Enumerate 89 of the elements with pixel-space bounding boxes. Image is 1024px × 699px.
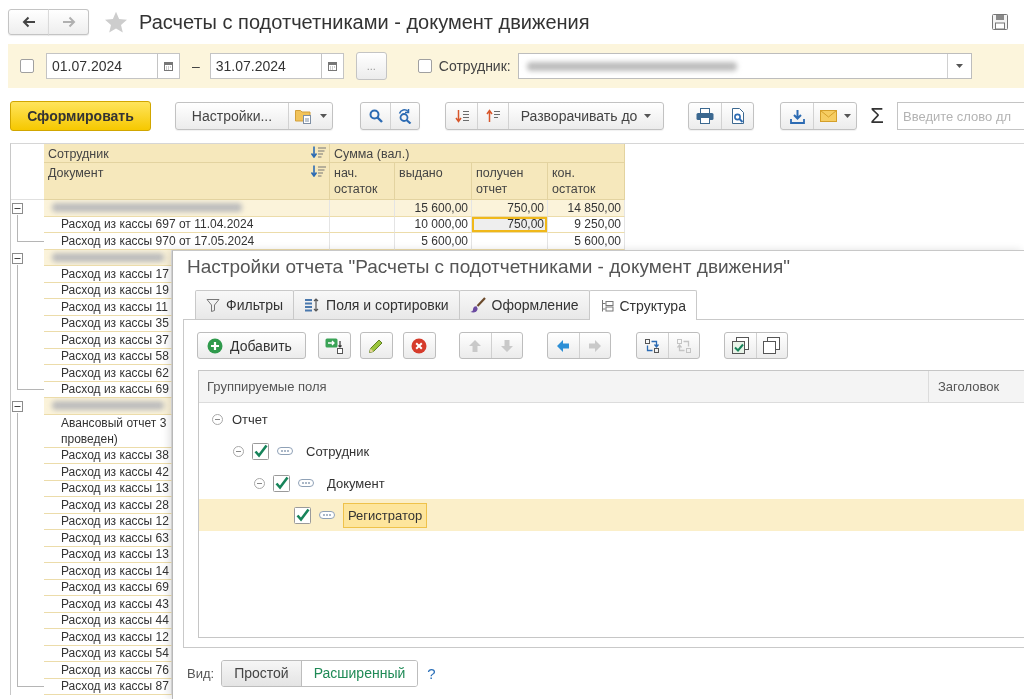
sort-icon: [311, 146, 326, 158]
column-header: Сотрудник: [48, 146, 109, 162]
field-icon: [319, 511, 335, 519]
magnifier-arrow-icon: [398, 108, 412, 124]
uncheck-all-icon: [763, 337, 781, 354]
collapse-icon[interactable]: [12, 252, 23, 264]
tab[interactable]: Структура: [588, 290, 697, 320]
arrow-right-icon: [587, 338, 602, 353]
tab[interactable]: Поля и сортировки: [293, 290, 460, 319]
check-all-icon: [731, 337, 749, 354]
sort-icon: [311, 165, 326, 177]
table-cell: 5 600,00: [395, 233, 472, 250]
tab[interactable]: Оформление: [458, 290, 590, 319]
document-magnifier-icon: [730, 108, 745, 124]
column-header: выдано: [395, 163, 472, 200]
tree-item[interactable]: Регистратор: [343, 502, 428, 528]
date-field[interactable]: 01.07.2024: [46, 53, 157, 79]
help-link[interactable]: ?: [427, 664, 436, 682]
tree-item[interactable]: Отчет: [227, 406, 273, 432]
list-sort-icon: [304, 298, 321, 312]
checkbox[interactable]: [417, 59, 432, 73]
checkbox[interactable]: [294, 506, 311, 524]
column-header: нач. остаток: [330, 163, 395, 200]
window-title: Расчеты с подотчетниками - документ движения: [139, 10, 590, 34]
table-cell: 14 850,00: [548, 200, 625, 217]
checkbox[interactable]: [20, 59, 34, 73]
add-icon: [207, 337, 223, 354]
caret-icon: [319, 114, 327, 118]
sum-button[interactable]: Σ: [868, 103, 886, 129]
range-dash: –: [192, 58, 200, 74]
collapse-icon[interactable]: [12, 401, 23, 412]
checkbox[interactable]: [273, 474, 290, 492]
field-icon: [277, 447, 293, 455]
column-header: Сумма (вал.): [330, 144, 625, 163]
column-header: Документ: [48, 165, 104, 181]
pencil-icon: [368, 337, 385, 354]
table-cell: 15 600,00: [395, 200, 472, 217]
checkbox[interactable]: [252, 442, 269, 460]
delete-icon: [411, 337, 428, 354]
field-label: Сотрудник:: [438, 58, 511, 74]
date-field[interactable]: 31.07.2024: [209, 53, 321, 79]
group-icon: [644, 337, 661, 354]
search-icon: [368, 109, 383, 123]
caret-icon: [955, 64, 963, 68]
column-header: Группируемые поля: [206, 378, 328, 396]
tree-item[interactable]: Сотрудник: [301, 438, 375, 464]
tree-item[interactable]: Документ: [322, 470, 390, 496]
filter-icon: [206, 298, 220, 312]
save-icon[interactable]: [992, 14, 1008, 30]
folder-icon: [294, 108, 313, 124]
caret-icon: [644, 114, 652, 118]
table-cell: 750,00: [472, 200, 548, 217]
column-header: получен отчет: [472, 163, 548, 200]
add-grouping-icon: [325, 337, 344, 354]
arrow-right-icon: [61, 16, 76, 28]
printer-icon: [696, 108, 714, 124]
field-icon: [298, 479, 314, 487]
calendar-button[interactable]: [157, 53, 180, 79]
calendar-icon: [164, 61, 173, 71]
calendar-icon: [327, 61, 337, 71]
calendar-button[interactable]: [320, 53, 344, 79]
arrow-left-icon: [21, 16, 36, 28]
table-cell: 5 600,00: [548, 233, 625, 250]
arrow-up-icon: [468, 338, 483, 353]
envelope-icon: [819, 110, 837, 122]
view-option[interactable]: Расширенный: [300, 660, 418, 686]
column-header: Заголовок: [928, 371, 1024, 402]
view-option[interactable]: Простой: [222, 660, 301, 686]
star-icon[interactable]: [104, 10, 128, 34]
search-field[interactable]: Введите слово дл: [897, 102, 1024, 130]
add-button[interactable]: Добавить: [197, 332, 306, 359]
column-header: кон. остаток: [548, 163, 625, 200]
dialog-title: Настройки отчета "Расчеты с подотчетниками - документ движения": [186, 255, 791, 279]
back-button[interactable]: [8, 9, 49, 35]
download-icon: [789, 108, 805, 124]
employee-field[interactable]: [517, 53, 972, 79]
caret-icon: [843, 114, 851, 118]
view-label: Вид:: [187, 665, 215, 681]
tab[interactable]: Фильтры: [195, 290, 295, 319]
arrow-left-icon: [556, 338, 571, 353]
table-cell: Расход из кассы 970 от 17.05.2024: [44, 233, 330, 250]
arrow-down-icon: [499, 338, 514, 353]
brush-icon: [469, 297, 486, 313]
ungroup-icon: [675, 337, 692, 354]
generate-button[interactable]: Сформировать: [10, 101, 151, 131]
collapse-icon[interactable]: [12, 203, 23, 214]
sort-up-icon: [486, 109, 500, 123]
sort-down-icon: [454, 109, 469, 123]
tree-icon: [599, 298, 614, 313]
